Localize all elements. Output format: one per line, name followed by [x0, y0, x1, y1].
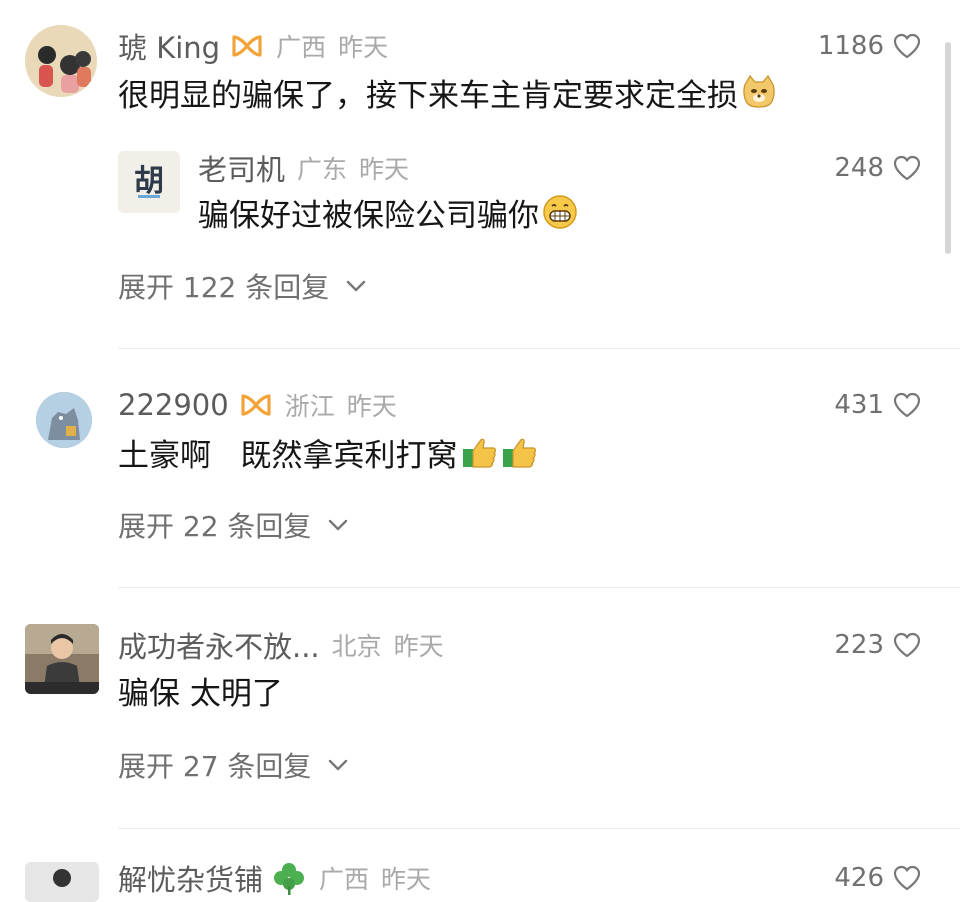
username[interactable]: 琥 King	[118, 25, 220, 67]
comment-text: 骗保 太明了	[118, 668, 283, 712]
time-label: 昨天	[381, 865, 432, 894]
vip-badge-icon	[241, 394, 271, 416]
expand-replies-label: 展开 22 条回复	[118, 510, 312, 543]
comment-meta: 222900 浙江 昨天	[118, 385, 397, 425]
avatar[interactable]	[25, 862, 99, 902]
time-label: 昨天	[393, 632, 444, 661]
reply-time-label: 昨天	[359, 155, 410, 184]
username[interactable]: 222900	[118, 388, 229, 422]
comment-text-content: 很明显的骗保了，接下来车主肯定要求定全损	[118, 77, 738, 114]
heart-icon	[893, 865, 921, 891]
like-count: 431	[834, 390, 884, 420]
thumbs-up-emoji-icon	[462, 438, 496, 468]
reply-text-content: 骗保好过被保险公司骗你	[198, 197, 539, 234]
reply-avatar-text: 胡	[134, 164, 164, 199]
expand-replies-button[interactable]: 展开 27 条回复	[118, 745, 349, 785]
heart-icon	[893, 392, 921, 418]
username[interactable]: 成功者永不放...	[118, 624, 320, 666]
comment-meta: 琥 King 广西 昨天	[118, 26, 388, 66]
reply-username[interactable]: 老司机	[198, 147, 285, 189]
chevron-down-icon	[329, 519, 348, 531]
scrollbar[interactable]	[945, 42, 951, 254]
expand-replies-button[interactable]: 展开 22 条回复	[118, 505, 349, 545]
reply-like-button[interactable]: 248	[834, 148, 922, 188]
divider	[118, 587, 960, 588]
like-button[interactable]: 1186	[818, 26, 922, 66]
location-label: 浙江	[284, 392, 335, 421]
comment-meta: 解忧杂货铺 广西 昨天	[118, 858, 431, 898]
location-label: 广西	[276, 33, 327, 62]
reply-text: 骗保好过被保险公司骗你	[198, 190, 579, 234]
divider	[118, 348, 960, 349]
reply-meta: 老司机 广东 昨天	[198, 148, 409, 188]
reply-like-count: 248	[834, 153, 884, 183]
expand-replies-label: 展开 122 条回复	[118, 271, 330, 304]
grin-emoji-icon	[543, 195, 577, 229]
comment-text-content: 土豪啊 既然拿宾利打窝	[118, 437, 458, 474]
comment-text: 土豪啊 既然拿宾利打窝	[118, 430, 538, 474]
reply-avatar[interactable]: 胡	[118, 151, 180, 213]
expand-replies-label: 展开 27 条回复	[118, 750, 312, 783]
expand-replies-button[interactable]: 展开 122 条回复	[118, 266, 367, 306]
comment-meta: 成功者永不放... 北京 昨天	[118, 625, 444, 665]
reply-location-label: 广东	[297, 155, 348, 184]
avatar[interactable]	[25, 25, 97, 97]
heart-icon	[893, 33, 921, 59]
like-button[interactable]: 223	[834, 625, 922, 665]
time-label: 昨天	[346, 392, 397, 421]
heart-icon	[893, 632, 921, 658]
chevron-down-icon	[347, 280, 366, 292]
like-count: 1186	[817, 31, 884, 61]
location-label: 北京	[331, 632, 382, 661]
time-label: 昨天	[338, 33, 389, 62]
like-button[interactable]: 431	[834, 385, 922, 425]
comment-text-content: 骗保 太明了	[118, 675, 283, 712]
like-count: 223	[834, 630, 884, 660]
thumbs-up-emoji-icon	[502, 438, 536, 468]
comment-text: 很明显的骗保了，接下来车主肯定要求定全损	[118, 70, 778, 114]
clover-badge-icon	[274, 863, 305, 895]
username[interactable]: 解忧杂货铺	[118, 857, 263, 899]
heart-icon	[893, 155, 921, 181]
location-label: 广西	[319, 865, 370, 894]
avatar[interactable]	[36, 392, 92, 448]
divider	[118, 828, 960, 829]
like-count: 426	[834, 863, 884, 893]
like-button[interactable]: 426	[834, 858, 922, 898]
doge-emoji-icon	[743, 74, 775, 108]
chevron-down-icon	[329, 759, 348, 771]
avatar[interactable]	[25, 624, 99, 694]
vip-badge-icon	[232, 35, 262, 57]
